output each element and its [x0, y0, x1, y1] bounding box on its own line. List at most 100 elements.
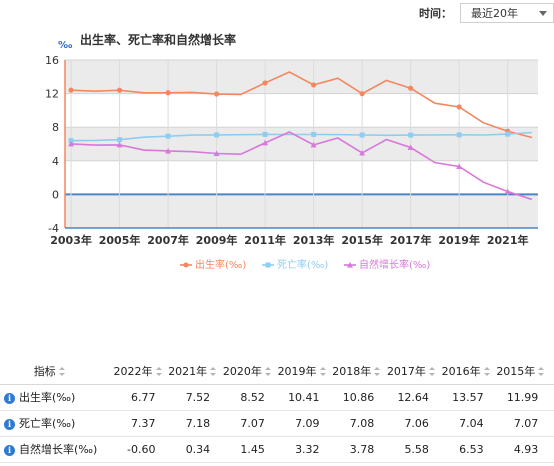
- data-point: [262, 131, 268, 137]
- row-label: 自然增长率(‰): [19, 443, 98, 456]
- column-header-label: 2015年: [496, 364, 536, 378]
- grid-band: [65, 194, 538, 228]
- table-cell: 3.78: [329, 436, 385, 463]
- column-header-label: 2020年: [222, 364, 262, 378]
- row-label: 出生率(‰): [19, 391, 76, 404]
- table-cell: 7.18: [165, 410, 221, 437]
- data-point: [262, 80, 268, 86]
- x-tick-label: 2003年: [50, 233, 92, 247]
- row-label-cell: i 出生率(‰): [0, 384, 103, 411]
- table-cell: 6.53: [438, 436, 494, 463]
- data-table: 指标 2022年 2021年 2020年 2019年 2018年 2017年 2016年 20…: [0, 358, 554, 463]
- y-tick-label: 4: [52, 155, 59, 168]
- sort-icon[interactable]: [58, 367, 65, 377]
- table-row: i 死亡率(‰) 7.37 7.18 7.07 7.09 7.08 7.06 7.04 7.07: [0, 410, 554, 437]
- table-cell: 7.06: [384, 410, 439, 437]
- data-point: [68, 87, 74, 93]
- table-cell: 4.93: [493, 436, 549, 463]
- row-label-cell: i 死亡率(‰): [0, 410, 103, 437]
- chart-unit-label: ‰: [58, 40, 73, 51]
- column-header[interactable]: 2016年: [438, 358, 494, 385]
- column-header-label: 2019年: [277, 364, 317, 378]
- data-point: [165, 90, 171, 96]
- legend-item-1: 死亡率(‰): [262, 258, 328, 271]
- legend-label: 死亡率(‰): [277, 258, 328, 271]
- sort-icon[interactable]: [264, 367, 271, 377]
- chart-title: 出生率、死亡率和自然增长率: [80, 32, 236, 47]
- column-header-label: 2016年: [441, 364, 481, 378]
- data-point: [117, 137, 123, 143]
- column-header[interactable]: 2019年: [274, 358, 330, 385]
- data-point: [359, 91, 365, 97]
- sort-icon[interactable]: [428, 367, 435, 377]
- table-cell: 10.41: [274, 384, 330, 411]
- table-cell: 12.64: [384, 384, 439, 411]
- info-icon[interactable]: i: [4, 392, 15, 404]
- legend-label: 自然增长率(‰): [359, 258, 430, 271]
- column-header[interactable]: 2020年: [220, 358, 275, 385]
- table-cell: 7.04: [438, 410, 494, 437]
- data-point: [408, 132, 414, 138]
- table-cell: 0.34: [165, 436, 221, 463]
- legend-item-0: 出生率(‰): [180, 258, 246, 271]
- column-header[interactable]: 2017年: [384, 358, 439, 385]
- column-header-indicator[interactable]: 指标: [0, 358, 103, 385]
- data-point: [214, 132, 220, 138]
- column-header[interactable]: 2: [548, 358, 554, 385]
- x-tick-label: 2021年: [487, 233, 529, 247]
- chevron-down-icon[interactable]: [539, 11, 547, 16]
- sort-icon[interactable]: [210, 367, 217, 377]
- legend-marker: [265, 262, 271, 268]
- column-header[interactable]: 2015年: [493, 358, 549, 385]
- column-header[interactable]: 2022年: [102, 358, 166, 385]
- data-point: [359, 132, 365, 138]
- data-point: [165, 133, 171, 139]
- legend-item-2: 自然增长率(‰): [344, 258, 430, 271]
- table-cell: -0.60: [102, 436, 166, 463]
- sort-icon[interactable]: [319, 367, 326, 377]
- table-cell: 1.45: [220, 436, 275, 463]
- sort-icon[interactable]: [374, 367, 381, 377]
- row-label-cell: i 自然增长率(‰): [0, 436, 103, 463]
- info-icon[interactable]: i: [4, 444, 15, 456]
- column-header-label: 2022年: [113, 364, 153, 378]
- table-cell: 13.57: [438, 384, 494, 411]
- x-tick-label: 2015年: [341, 233, 383, 247]
- table-cell: 7.07: [220, 410, 275, 437]
- data-point: [505, 131, 511, 137]
- sort-icon[interactable]: [538, 367, 545, 377]
- grid-band: [65, 127, 538, 161]
- info-icon[interactable]: i: [4, 418, 15, 430]
- y-tick-label: 12: [45, 88, 59, 101]
- sort-icon[interactable]: [483, 367, 490, 377]
- column-header-label: 2017年: [386, 364, 426, 378]
- table-cell: 7.09: [274, 410, 330, 437]
- table-cell: 10.86: [329, 384, 385, 411]
- time-selector-bar: 时间： 最近20年: [419, 3, 554, 23]
- table-cell: 11.99: [493, 384, 549, 411]
- legend-label: 出生率(‰): [195, 258, 246, 271]
- table-cell: 5.58: [384, 436, 439, 463]
- data-point: [116, 87, 123, 93]
- row-label: 死亡率(‰): [19, 417, 76, 430]
- y-tick-label: 0: [52, 188, 59, 201]
- time-range-select[interactable]: 最近20年: [460, 3, 554, 23]
- rate-line-chart: 出生率、死亡率和自然增长率‰1612840-42003年 2005年 2007年 20…: [45, 32, 538, 271]
- legend-marker: [183, 262, 189, 268]
- table-cell: [548, 384, 554, 411]
- table-cell: [548, 436, 554, 463]
- x-tick-label: 2007年: [147, 233, 189, 247]
- x-tick-label: 2019年: [438, 233, 480, 247]
- grid-band: [65, 60, 538, 94]
- y-tick-label: 16: [45, 54, 59, 67]
- table-cell: 7.37: [102, 410, 166, 437]
- column-header[interactable]: 2018年: [329, 358, 385, 385]
- table-cell: 3.32: [274, 436, 330, 463]
- table-header-row: 指标 2022年 2021年 2020年 2019年 2018年 2017年 2016年 20…: [0, 358, 554, 385]
- data-point: [408, 85, 414, 91]
- table-cell: 8.52: [220, 384, 275, 411]
- column-header-label: 2018年: [332, 364, 372, 378]
- column-header[interactable]: 2021年: [165, 358, 221, 385]
- sort-icon[interactable]: [155, 367, 162, 377]
- data-point: [311, 82, 317, 88]
